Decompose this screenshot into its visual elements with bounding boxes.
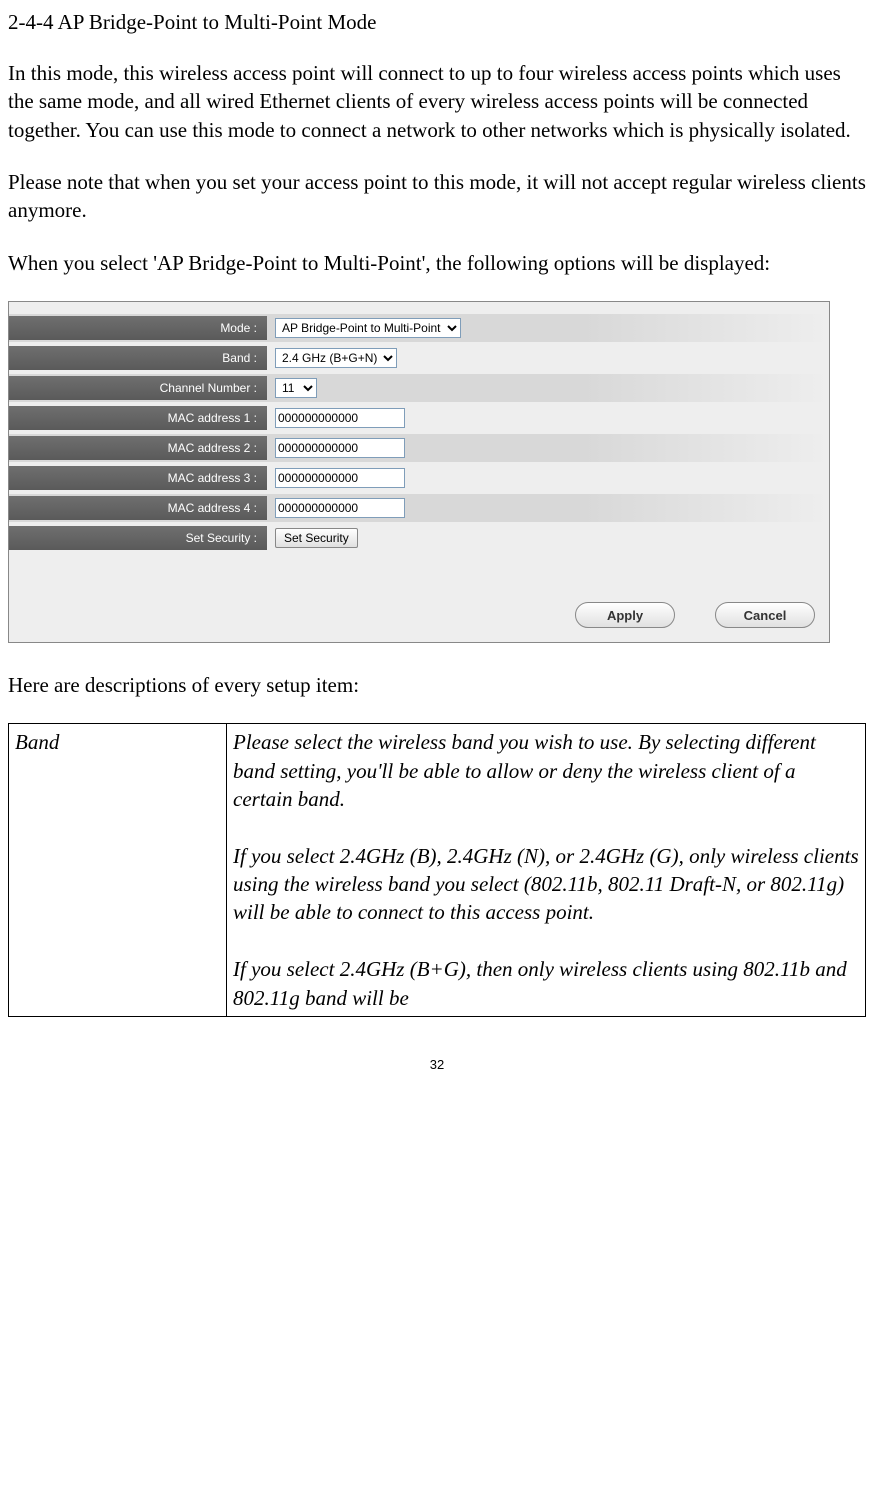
apply-button[interactable]: Apply bbox=[575, 602, 675, 628]
mac2-input[interactable] bbox=[275, 438, 405, 458]
paragraph-1: In this mode, this wireless access point… bbox=[8, 59, 866, 144]
mac4-label: MAC address 4 : bbox=[9, 496, 267, 520]
mac4-input[interactable] bbox=[275, 498, 405, 518]
desc-intro: Here are descriptions of every setup ite… bbox=[8, 671, 866, 699]
mode-select[interactable]: AP Bridge-Point to Multi-Point bbox=[275, 318, 461, 338]
mac3-input[interactable] bbox=[275, 468, 405, 488]
cancel-button[interactable]: Cancel bbox=[715, 602, 815, 628]
mac2-label: MAC address 2 : bbox=[9, 436, 267, 460]
mac1-input[interactable] bbox=[275, 408, 405, 428]
setsecurity-label: Set Security : bbox=[9, 526, 267, 550]
mode-label: Mode : bbox=[9, 316, 267, 340]
section-title: 2-4-4 AP Bridge-Point to Multi-Point Mod… bbox=[8, 10, 866, 35]
set-security-button[interactable]: Set Security bbox=[275, 528, 358, 548]
table-cell-band-desc: Please select the wireless band you wish… bbox=[227, 724, 866, 1016]
mac1-label: MAC address 1 : bbox=[9, 406, 267, 430]
channel-select[interactable]: 11 bbox=[275, 378, 317, 398]
paragraph-2: Please note that when you set your acces… bbox=[8, 168, 866, 225]
paragraph-3: When you select 'AP Bridge-Point to Mult… bbox=[8, 249, 866, 277]
channel-label: Channel Number : bbox=[9, 376, 267, 400]
mac3-label: MAC address 3 : bbox=[9, 466, 267, 490]
page-number: 32 bbox=[8, 1057, 866, 1072]
settings-screenshot: Mode : AP Bridge-Point to Multi-Point Ba… bbox=[8, 301, 830, 643]
table-cell-band-label: Band bbox=[9, 724, 227, 1016]
band-label: Band : bbox=[9, 346, 267, 370]
description-table: Band Please select the wireless band you… bbox=[8, 723, 866, 1016]
band-select[interactable]: 2.4 GHz (B+G+N) bbox=[275, 348, 397, 368]
